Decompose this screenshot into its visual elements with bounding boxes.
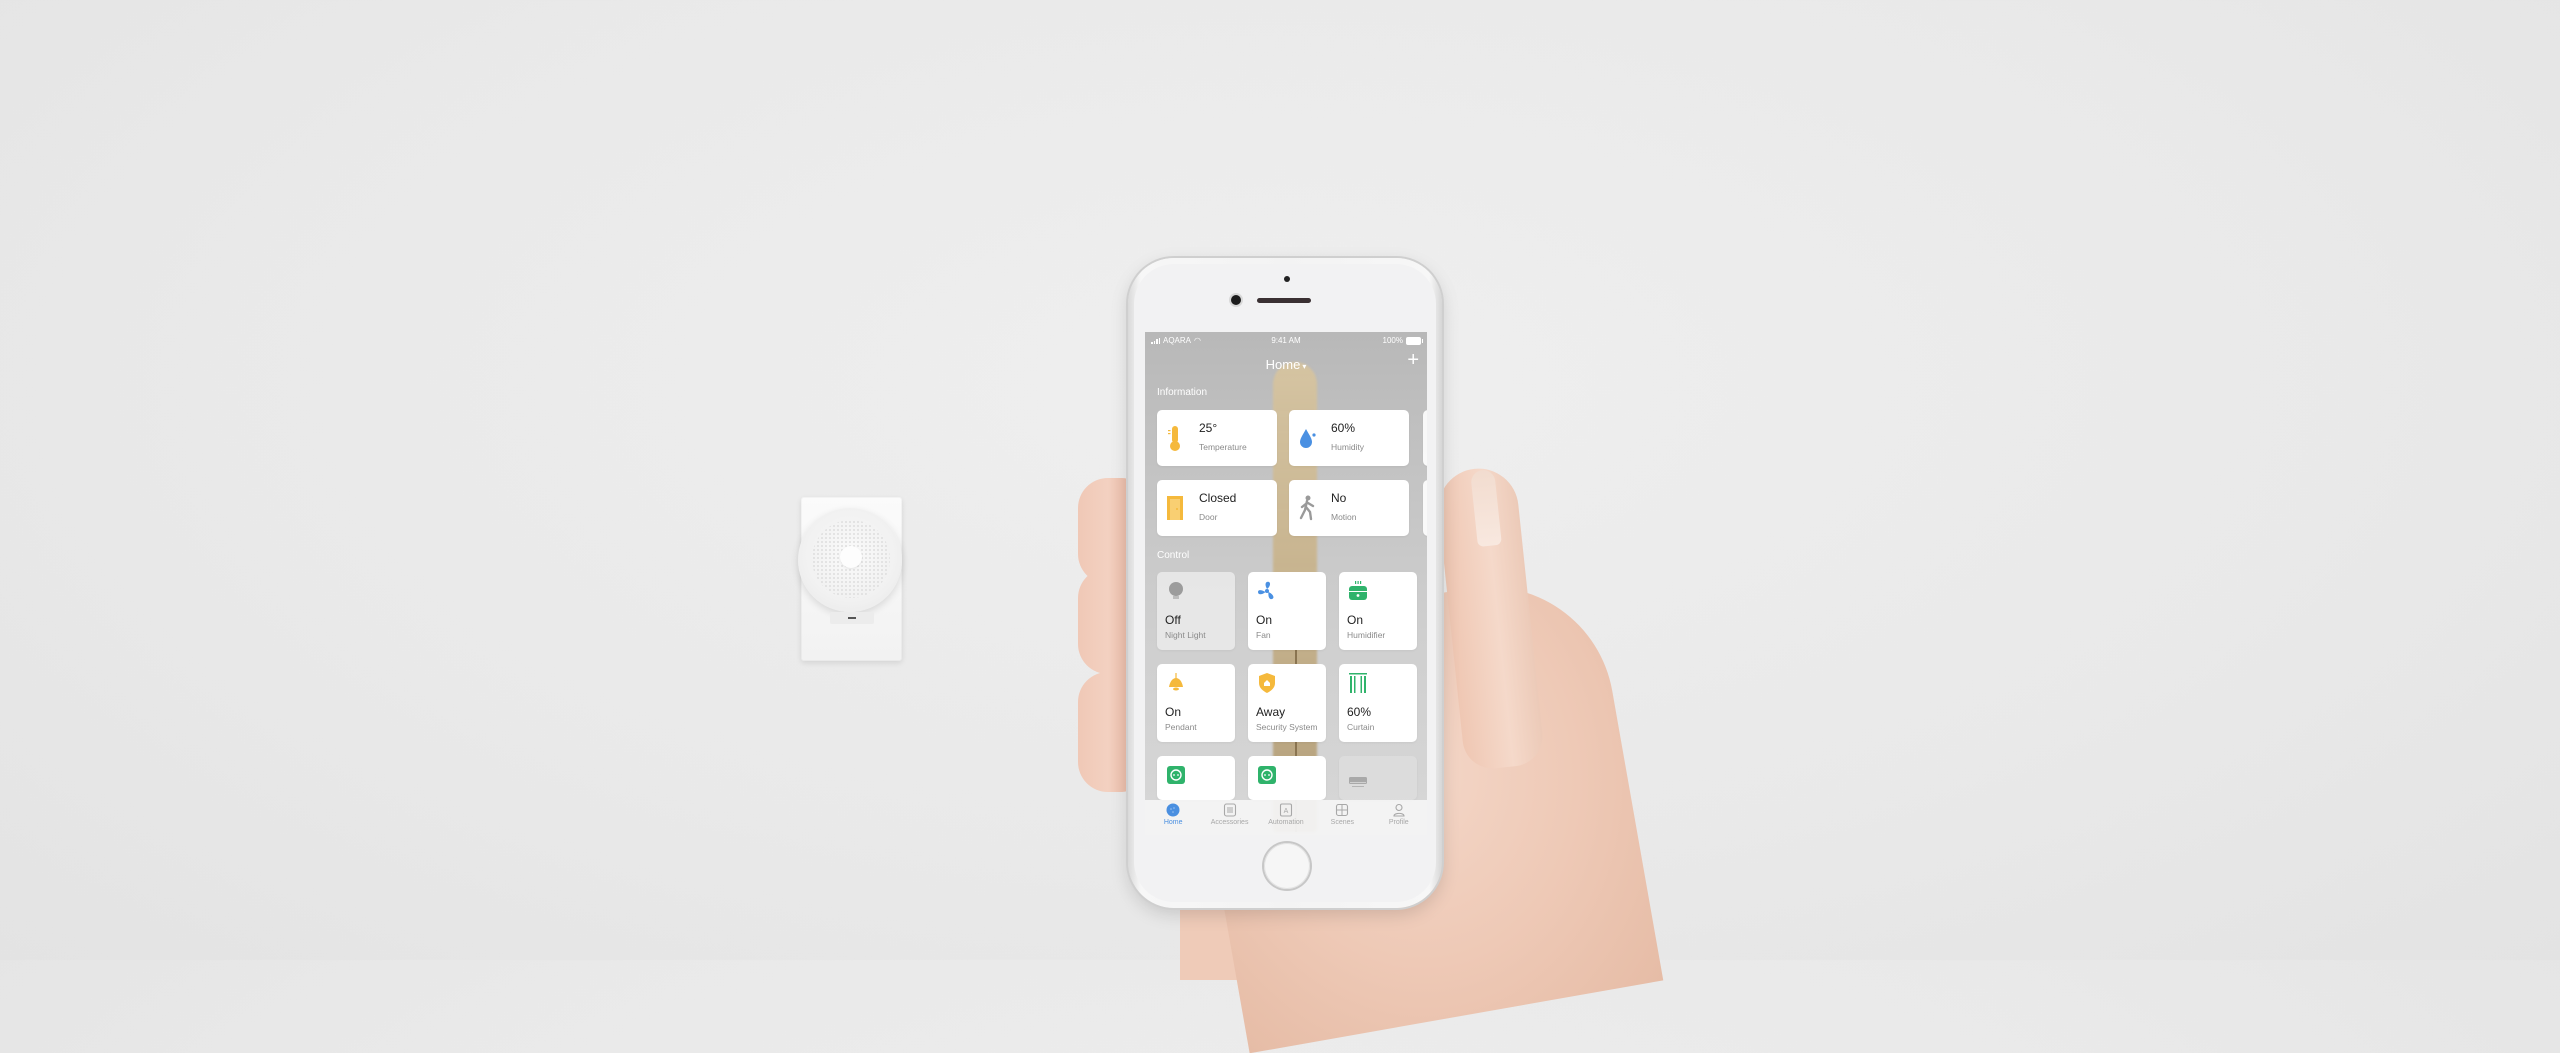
door-icon xyxy=(1167,496,1183,520)
app-screen: AQARA ◠ 9:41 AM 100% Home ▾ + Information… xyxy=(1145,332,1427,835)
thermometer-icon xyxy=(1168,426,1180,451)
battery-percent: 100% xyxy=(1382,336,1403,345)
card-label: Fan xyxy=(1256,630,1271,640)
control-card-security-system[interactable]: Away Security System xyxy=(1248,664,1326,742)
card-value: 60% xyxy=(1331,421,1356,435)
info-card-motion[interactable]: No Motion xyxy=(1289,480,1409,536)
proximity-sensor xyxy=(1284,276,1290,282)
walking-person-icon xyxy=(1299,495,1315,521)
tab-label: Automation xyxy=(1268,819,1304,826)
section-control-label: Control xyxy=(1157,550,1190,561)
fan-icon xyxy=(1258,581,1274,600)
tab-label: Home xyxy=(1163,819,1183,826)
info-card-partial[interactable] xyxy=(1423,410,1427,466)
home-button[interactable] xyxy=(1264,843,1310,889)
card-label: Curtain xyxy=(1347,722,1375,732)
card-label: Night Light xyxy=(1165,630,1206,640)
outlet-icon xyxy=(1167,766,1185,784)
card-label: Pendant xyxy=(1165,722,1197,732)
water-drop-icon xyxy=(1300,429,1316,448)
card-value: No xyxy=(1331,491,1347,505)
grid-icon xyxy=(1335,803,1349,817)
card-label: Motion xyxy=(1331,512,1357,522)
control-card-fan[interactable]: On Fan xyxy=(1248,572,1326,650)
status-bar: AQARA ◠ 9:41 AM 100% xyxy=(1145,332,1427,348)
automation-icon: A xyxy=(1279,803,1293,817)
card-value: On xyxy=(1165,705,1182,719)
tab-accessories[interactable]: Accessories xyxy=(1203,803,1257,826)
hub-center-button xyxy=(840,546,862,568)
caret-down-icon: ▾ xyxy=(1302,362,1307,371)
control-card-curtain[interactable]: 60% Curtain xyxy=(1339,664,1417,742)
info-card-humidity[interactable]: 60% Humidity xyxy=(1289,410,1409,466)
air-conditioner-icon xyxy=(1349,777,1367,787)
control-card-night-light[interactable]: Off Night Light xyxy=(1157,572,1235,650)
tab-label: Accessories xyxy=(1210,819,1249,826)
pendant-lamp-icon xyxy=(1169,673,1183,691)
shield-icon xyxy=(1259,673,1275,693)
card-value: 25° xyxy=(1199,421,1218,435)
info-card-door[interactable]: Closed Door xyxy=(1157,480,1277,536)
card-value: Off xyxy=(1165,613,1181,627)
add-button[interactable]: + xyxy=(1407,350,1419,370)
tab-label: Profile xyxy=(1388,819,1409,826)
list-icon xyxy=(1223,803,1237,817)
card-label: Humidifier xyxy=(1347,630,1386,640)
card-label: Temperature xyxy=(1199,442,1247,452)
tab-bar: Home Accessories A Automation Scenes Pro… xyxy=(1145,800,1427,835)
humidifier-icon xyxy=(1349,581,1367,600)
battery-icon xyxy=(1406,336,1423,345)
control-card-outlet[interactable] xyxy=(1157,756,1235,800)
svg-text:A: A xyxy=(1284,808,1289,815)
home-dot-icon xyxy=(1166,803,1180,817)
control-card-humidifier[interactable]: On Humidifier xyxy=(1339,572,1417,650)
hub-plug xyxy=(830,612,874,624)
card-value: Away xyxy=(1256,705,1286,719)
page-title: Home xyxy=(1265,357,1301,372)
info-card-temperature[interactable]: 25° Temperature xyxy=(1157,410,1277,466)
outlet-icon xyxy=(1258,766,1276,784)
control-card-air-conditioner[interactable] xyxy=(1339,756,1417,800)
card-value: On xyxy=(1256,613,1273,627)
earpiece-speaker xyxy=(1257,298,1311,303)
info-card-partial[interactable] xyxy=(1423,480,1427,536)
curtain-icon xyxy=(1349,673,1367,693)
control-card-pendant[interactable]: On Pendant xyxy=(1157,664,1235,742)
tab-scenes[interactable]: Scenes xyxy=(1315,803,1369,826)
card-label: Door xyxy=(1199,512,1218,522)
card-value: 60% xyxy=(1347,705,1372,719)
card-label: Humidity xyxy=(1331,442,1365,452)
home-selector[interactable]: Home ▾ xyxy=(1145,357,1427,372)
tab-home[interactable]: Home xyxy=(1146,803,1200,826)
profile-icon xyxy=(1392,803,1406,817)
card-value: On xyxy=(1347,613,1364,627)
tab-label: Scenes xyxy=(1330,819,1355,826)
section-information-label: Information xyxy=(1157,387,1208,398)
card-value: Closed xyxy=(1199,491,1237,505)
bulb-icon xyxy=(1169,582,1183,599)
front-camera xyxy=(1231,295,1241,305)
tab-profile[interactable]: Profile xyxy=(1372,803,1426,826)
tab-automation[interactable]: A Automation xyxy=(1259,803,1313,826)
control-card-outlet[interactable] xyxy=(1248,756,1326,800)
card-label: Security System xyxy=(1256,722,1318,732)
